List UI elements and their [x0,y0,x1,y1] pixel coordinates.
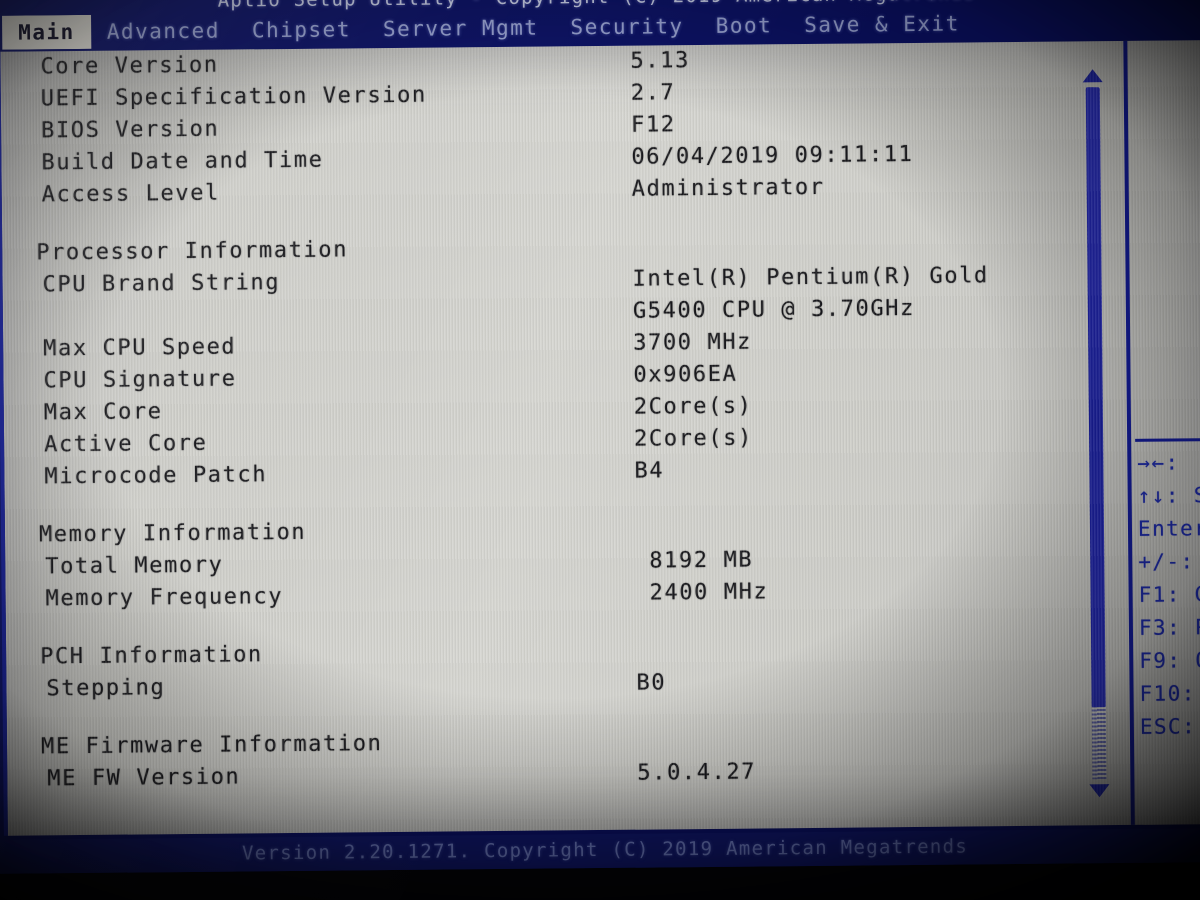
info-row-label: Build Date and Time [41,147,324,176]
info-row-label: Microcode Patch [44,462,268,490]
section-heading-label: ME Firmware Information [40,731,383,760]
info-row-value: B0 [636,670,667,696]
tab-server-mgmt[interactable]: Server Mgmt [367,10,555,46]
help-panel-divider [1131,438,1200,442]
info-row-label: Max Core [43,399,163,426]
info-row-value: F12 [630,112,676,138]
info-row-label: BIOS Version [41,116,220,144]
help-key-hint: ESC: [1139,714,1197,739]
info-row-value: Intel(R) Pentium(R) Gold [632,263,989,292]
info-row-value: 5.0.4.27 [637,759,757,786]
info-row-value: G5400 CPU @ 3.70GHz [632,295,916,324]
scroll-down-arrow-icon[interactable] [1089,784,1110,798]
info-row-value: 2Core(s) [633,393,753,420]
info-row-value: 2.7 [630,80,676,106]
info-row-value: 2Core(s) [633,425,753,452]
bios-screen: Aptio Setup Utility - Copyright (C) 2019… [0,0,1200,874]
info-row-value: 2400 MHz [649,579,769,606]
info-row-label: Active Core [44,430,208,458]
info-row-label: CPU Brand String [42,270,281,298]
section-heading-label: Processor Information [36,237,349,266]
info-row-value: 0x906EA [633,361,738,388]
info-row-label: CPU Signature [43,366,237,394]
section-heading-label: Memory Information [38,519,307,548]
help-key-hint: ↑↓: S [1137,483,1200,508]
info-row-label: Core Version [40,52,219,80]
tab-security[interactable]: Security [554,9,699,44]
bios-photo: Aptio Setup Utility - Copyright (C) 2019… [0,0,1200,900]
scrollbar-thumb[interactable] [1085,87,1106,708]
help-key-hint: F1: G [1138,582,1200,607]
info-row-label: Total Memory [45,552,224,580]
info-row-label: Access Level [41,180,221,208]
info-row-label: Stepping [46,675,166,702]
help-key-hint: →←: [1137,450,1180,475]
help-key-hint: F9: O [1139,648,1200,673]
info-row-value: 06/04/2019 09:11:11 [631,141,914,170]
info-row-value: 5.13 [630,48,690,74]
help-key-hint: F10: [1139,681,1196,706]
help-panel: →←: ↑↓: S Enter +/-: F1: G F3: P F9: O F10: ESC: [1131,40,1200,825]
info-row-label: UEFI Specification Version [40,82,427,112]
info-row-value: Administrator [631,174,825,202]
tab-save-exit[interactable]: Save & Exit [788,6,976,42]
help-key-hint: Enter [1137,516,1200,541]
section-heading-label: PCH Information [40,642,263,670]
help-key-hint: F3: P [1138,615,1200,640]
info-row-label: Memory Frequency [45,584,284,612]
info-row-value: B4 [634,458,665,484]
info-row-value: 8192 MB [649,547,754,574]
tab-chipset[interactable]: Chipset [236,12,367,47]
help-key-list: →←: ↑↓: S Enter +/-: F1: G F3: P F9: O F10: ESC: [1135,446,1200,744]
tab-advanced[interactable]: Advanced [91,13,236,48]
scroll-up-arrow-icon[interactable] [1082,69,1103,83]
status-bar: Version 2.20.1271. Copyright (C) 2019 Am… [0,828,1200,874]
info-row-value: 3700 MHz [633,329,753,356]
tab-main[interactable]: Main [2,14,91,50]
help-key-hint: +/-: [1138,549,1195,574]
info-row-list: Core Version 5.13 UEFI Specification Versi… [0,41,1087,835]
tab-boot[interactable]: Boot [699,8,788,43]
main-content-panel: Core Version 5.13 UEFI Specification Versi… [0,40,1200,836]
info-row-label: ME FW Version [47,764,241,792]
info-row-label: Max CPU Speed [43,334,237,362]
